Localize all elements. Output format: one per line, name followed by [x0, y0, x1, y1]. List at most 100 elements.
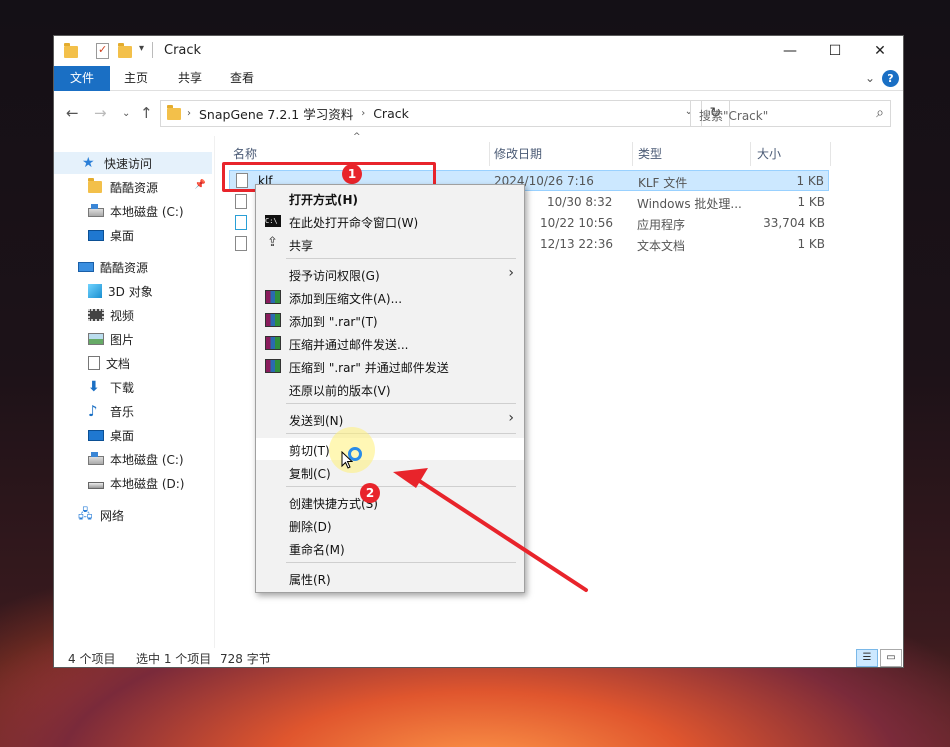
address-bar[interactable]: › SnapGene 7.2.1 学习资料 › Crack ⌄ ↻ — [160, 100, 730, 127]
column-divider[interactable] — [830, 142, 831, 166]
menu-label: 发送到(N) — [289, 414, 344, 428]
recent-locations-icon[interactable]: ⌄ — [122, 108, 130, 119]
column-divider[interactable] — [750, 142, 751, 166]
column-header-size[interactable]: 大小 — [757, 142, 781, 166]
menu-item-send-to[interactable]: 发送到(N) › — [256, 408, 524, 430]
back-arrow-icon[interactable]: ← — [66, 104, 79, 122]
menu-label: 剪切(T) — [289, 444, 330, 458]
large-icons-view-button[interactable]: ▭ — [880, 649, 902, 667]
menu-label: 还原以前的版本(V) — [289, 384, 391, 398]
minimize-button[interactable]: — — [767, 36, 813, 66]
sidebar-item-this-pc[interactable]: 酷酷资源 — [54, 256, 212, 278]
column-header-date[interactable]: 修改日期 — [494, 142, 542, 166]
sidebar-item-local-disk-c[interactable]: 本地磁盘 (C:) — [54, 200, 212, 222]
status-bar: 4 个项目 选中 1 个项目 728 字节 ☰ ▭ — [54, 648, 903, 668]
menu-item-grant-access[interactable]: 授予访问权限(G) › — [256, 263, 524, 285]
menu-item-compress-email[interactable]: 压缩并通过邮件发送... — [256, 332, 524, 354]
search-input[interactable]: 搜索"Crack" ⌕ — [690, 100, 891, 127]
menu-label: 删除(D) — [289, 520, 332, 534]
star-icon: ★ — [82, 155, 95, 171]
file-size: 1 KB — [797, 237, 825, 251]
sidebar-item-quick-access[interactable]: ★ 快速访问 — [54, 152, 212, 174]
menu-label: 压缩并通过邮件发送... — [289, 338, 409, 352]
selected-size: 728 字节 — [220, 652, 271, 666]
sort-ascending-icon: ^ — [353, 132, 361, 142]
column-divider[interactable] — [632, 142, 633, 166]
share-icon: ⇪ — [267, 235, 278, 250]
music-icon: ♪ — [88, 402, 98, 420]
sidebar-item-kuku-folder[interactable]: 酷酷资源 📌 — [54, 176, 212, 198]
sidebar-item-local-disk-d[interactable]: 本地磁盘 (D:) — [54, 472, 212, 494]
file-type: Windows 批处理... — [637, 197, 742, 211]
menu-item-properties[interactable]: 属性(R) — [256, 567, 524, 589]
menu-item-share[interactable]: ⇪ 共享 — [256, 233, 524, 255]
tab-home[interactable]: 主页 — [114, 66, 158, 91]
window-title: Crack — [164, 43, 202, 58]
menu-item-cut[interactable]: 剪切(T) — [256, 438, 524, 460]
sidebar-item-label: 文档 — [106, 356, 131, 371]
menu-item-restore-versions[interactable]: 还原以前的版本(V) — [256, 378, 524, 400]
sidebar-item-network[interactable]: 🖧 网络 — [54, 504, 212, 526]
item-count: 4 个项目 — [68, 652, 116, 666]
step-badge-1: 1 — [342, 164, 362, 184]
ribbon-tabs: 文件 主页 共享 查看 ⌄ ? — [54, 66, 903, 91]
sidebar-item-3d-objects[interactable]: 3D 对象 — [54, 280, 212, 302]
submenu-arrow-icon: › — [508, 265, 514, 281]
sidebar-item-local-disk-c-2[interactable]: 本地磁盘 (C:) — [54, 448, 212, 470]
sidebar-item-videos[interactable]: 视频 — [54, 304, 212, 326]
close-button[interactable]: ✕ — [857, 36, 903, 66]
menu-item-open-with[interactable]: 打开方式(H) — [256, 187, 524, 209]
video-icon — [88, 309, 104, 321]
forward-arrow-icon[interactable]: → — [94, 104, 107, 122]
ribbon-expand-icon[interactable]: ⌄ — [865, 71, 875, 85]
tab-view[interactable]: 查看 — [220, 66, 264, 91]
up-arrow-icon[interactable]: ↑ — [140, 104, 153, 122]
command-prompt-icon: C:\ — [265, 215, 281, 227]
sidebar-item-label: 本地磁盘 (C:) — [110, 452, 184, 467]
menu-item-delete[interactable]: 删除(D) — [256, 514, 524, 536]
winrar-icon — [265, 313, 281, 327]
sidebar-item-desktop[interactable]: 桌面 — [54, 224, 212, 246]
sidebar-item-label: 3D 对象 — [108, 284, 153, 299]
help-icon[interactable]: ? — [882, 70, 899, 87]
tab-share[interactable]: 共享 — [168, 66, 212, 91]
sidebar-item-pictures[interactable]: 图片 — [54, 328, 212, 350]
new-folder-icon[interactable] — [118, 43, 132, 59]
selected-count: 选中 1 个项目 — [136, 652, 212, 666]
step-badge-2: 2 — [360, 483, 380, 503]
menu-label: 在此处打开命令窗口(W) — [289, 216, 419, 230]
breadcrumb-separator-icon: › — [187, 108, 191, 119]
pin-icon[interactable]: 📌 — [195, 180, 206, 190]
column-header-type[interactable]: 类型 — [638, 142, 662, 166]
menu-item-add-rar[interactable]: 添加到 ".rar"(T) — [256, 309, 524, 331]
breadcrumb-crack[interactable]: Crack — [373, 106, 409, 121]
file-type: 应用程序 — [637, 218, 686, 232]
menu-item-copy[interactable]: 复制(C) — [256, 461, 524, 483]
sidebar-item-music[interactable]: ♪ 音乐 — [54, 400, 212, 422]
menu-label: 添加到 ".rar"(T) — [289, 315, 378, 329]
title-bar: ▾ Crack — ☐ ✕ — [54, 36, 903, 66]
sidebar-item-label: 快速访问 — [104, 156, 153, 171]
properties-icon[interactable] — [96, 43, 110, 59]
menu-item-open-cmd[interactable]: C:\ 在此处打开命令窗口(W) — [256, 210, 524, 232]
breadcrumb-snapgene[interactable]: SnapGene 7.2.1 学习资料 — [199, 104, 353, 123]
drive-icon — [88, 204, 104, 217]
details-view-button[interactable]: ☰ — [856, 649, 878, 667]
tab-file[interactable]: 文件 — [54, 66, 110, 91]
column-divider[interactable] — [489, 142, 490, 166]
file-size: 1 KB — [796, 174, 824, 188]
menu-item-add-archive[interactable]: 添加到压缩文件(A)... — [256, 286, 524, 308]
sidebar-item-documents[interactable]: 文档 — [54, 352, 212, 374]
sidebar-item-desktop-2[interactable]: 桌面 — [54, 424, 212, 446]
folder-icon — [167, 104, 181, 120]
network-icon: 🖧 — [78, 507, 93, 522]
context-menu: 打开方式(H) C:\ 在此处打开命令窗口(W) ⇪ 共享 授予访问权限(G) › 添… — [255, 184, 525, 593]
menu-item-rename[interactable]: 重命名(M) — [256, 537, 524, 559]
menu-item-compress-rar-email[interactable]: 压缩到 ".rar" 并通过邮件发送 — [256, 355, 524, 377]
maximize-button[interactable]: ☐ — [812, 36, 858, 66]
menu-item-create-shortcut[interactable]: 创建快捷方式(S) — [256, 491, 524, 513]
batch-file-icon — [235, 194, 247, 209]
quick-access-dropdown-icon[interactable]: ▾ — [139, 43, 144, 54]
menu-separator — [286, 562, 516, 563]
sidebar-item-downloads[interactable]: ⬇ 下载 — [54, 376, 212, 398]
